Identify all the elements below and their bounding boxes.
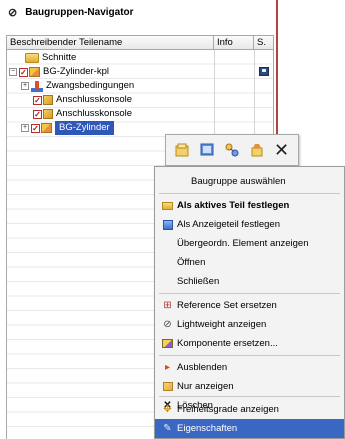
visibility-checkbox[interactable]: ✓: [19, 67, 28, 77]
menu-item-hide[interactable]: ▸ Ausblenden: [155, 358, 344, 377]
work-part-icon: [162, 200, 173, 211]
menu-item-replace-component[interactable]: Komponente ersetzen...: [155, 334, 344, 353]
close-icon[interactable]: ✕: [272, 140, 292, 160]
menu-item-replace-reference-set[interactable]: ⊞ Reference Set ersetzen: [155, 296, 344, 315]
navigator-header: ⊘ Baugruppen-Navigator: [0, 0, 276, 24]
menu-separator: [159, 355, 340, 356]
assembly-icon: [41, 123, 52, 133]
menu-item-close[interactable]: Schließen: [155, 272, 344, 291]
tree-row-selected[interactable]: + ✓ BG-Zylinder: [21, 121, 114, 135]
tree-label: Zwangsbedingungen: [46, 80, 135, 91]
menu-separator: [159, 396, 340, 397]
reference-set-icon: ⊞: [163, 300, 172, 311]
replace-component-icon: [162, 338, 173, 349]
menu-item-show-only[interactable]: Nur anzeigen: [155, 377, 344, 396]
visibility-checkbox[interactable]: ✓: [33, 109, 42, 119]
open-icon[interactable]: [247, 140, 267, 160]
pin-icon[interactable]: ⊘: [8, 6, 17, 19]
tree-row-part-1[interactable]: ✓ Anschlusskonsole: [33, 93, 132, 107]
menu-item-make-work-part[interactable]: Als aktives Teil festlegen: [155, 196, 344, 215]
tree-label-selected: BG-Zylinder: [55, 121, 114, 135]
menu-item-open[interactable]: Öffnen: [155, 253, 344, 272]
display-part-icon: [162, 219, 173, 230]
assembly-icon: [29, 67, 40, 77]
menu-item-properties[interactable]: ✎ Eigenschaften: [155, 419, 344, 438]
tree-row-root[interactable]: − ✓ BG-Zylinder-kpl: [9, 65, 109, 79]
save-status-icon: [259, 67, 269, 76]
tree-row-part-2[interactable]: ✓ Anschlusskonsole: [33, 107, 132, 121]
lightweight-icon: ⊘: [163, 319, 172, 330]
folder-icon: [25, 53, 39, 63]
expand-toggle-icon[interactable]: +: [21, 82, 29, 90]
menu-item-label: Eigenschaften: [177, 423, 238, 434]
display-part-icon[interactable]: [197, 140, 217, 160]
tree-row-schnitte[interactable]: Schnitte: [25, 51, 76, 65]
assembly-select-icon[interactable]: [172, 140, 192, 160]
tree-row-constraints[interactable]: + Zwangsbedingungen: [21, 79, 134, 93]
tree-label: Anschlusskonsole: [56, 108, 133, 119]
expand-toggle-icon[interactable]: +: [21, 124, 29, 132]
degrees-of-freedom-icon: ✥: [163, 404, 172, 415]
hide-icon: ▸: [164, 362, 171, 373]
context-menu: Baugruppe auswählen Als aktives Teil fes…: [154, 166, 345, 439]
column-header-name[interactable]: Beschreibender Teilename: [7, 36, 214, 50]
part-icon: [43, 109, 53, 119]
menu-item-show-parent[interactable]: Übergeordn. Element anzeigen: [155, 234, 344, 253]
properties-icon: ✎: [163, 423, 172, 434]
tree-label: BG-Zylinder-kpl: [43, 66, 109, 77]
quick-toolbar: ✕: [165, 134, 299, 166]
show-only-icon: [162, 381, 173, 392]
tree-label: Anschlusskonsole: [56, 94, 133, 105]
parent-icon[interactable]: [222, 140, 242, 160]
menu-item-make-display-part[interactable]: Als Anzeigeteil festlegen: [155, 215, 344, 234]
tree-label: Schnitte: [42, 52, 77, 63]
part-icon: [43, 95, 53, 105]
constraints-icon: [31, 80, 43, 92]
visibility-checkbox[interactable]: ✓: [31, 123, 40, 133]
menu-item-select-assembly[interactable]: Baugruppe auswählen: [155, 172, 344, 191]
visibility-checkbox[interactable]: ✓: [33, 95, 42, 105]
menu-item-show-degrees-of-freedom[interactable]: ✥ Freiheitsgrade anzeigen: [155, 400, 344, 419]
column-header-s[interactable]: S.: [254, 36, 273, 50]
navigator-title: Baugruppen-Navigator: [25, 6, 134, 18]
menu-item-show-lightweight[interactable]: ⊘ Lightweight anzeigen: [155, 315, 344, 334]
menu-separator: [159, 193, 340, 194]
column-header-info[interactable]: Info: [214, 36, 254, 50]
collapse-toggle-icon[interactable]: −: [9, 68, 17, 76]
menu-separator: [159, 293, 340, 294]
